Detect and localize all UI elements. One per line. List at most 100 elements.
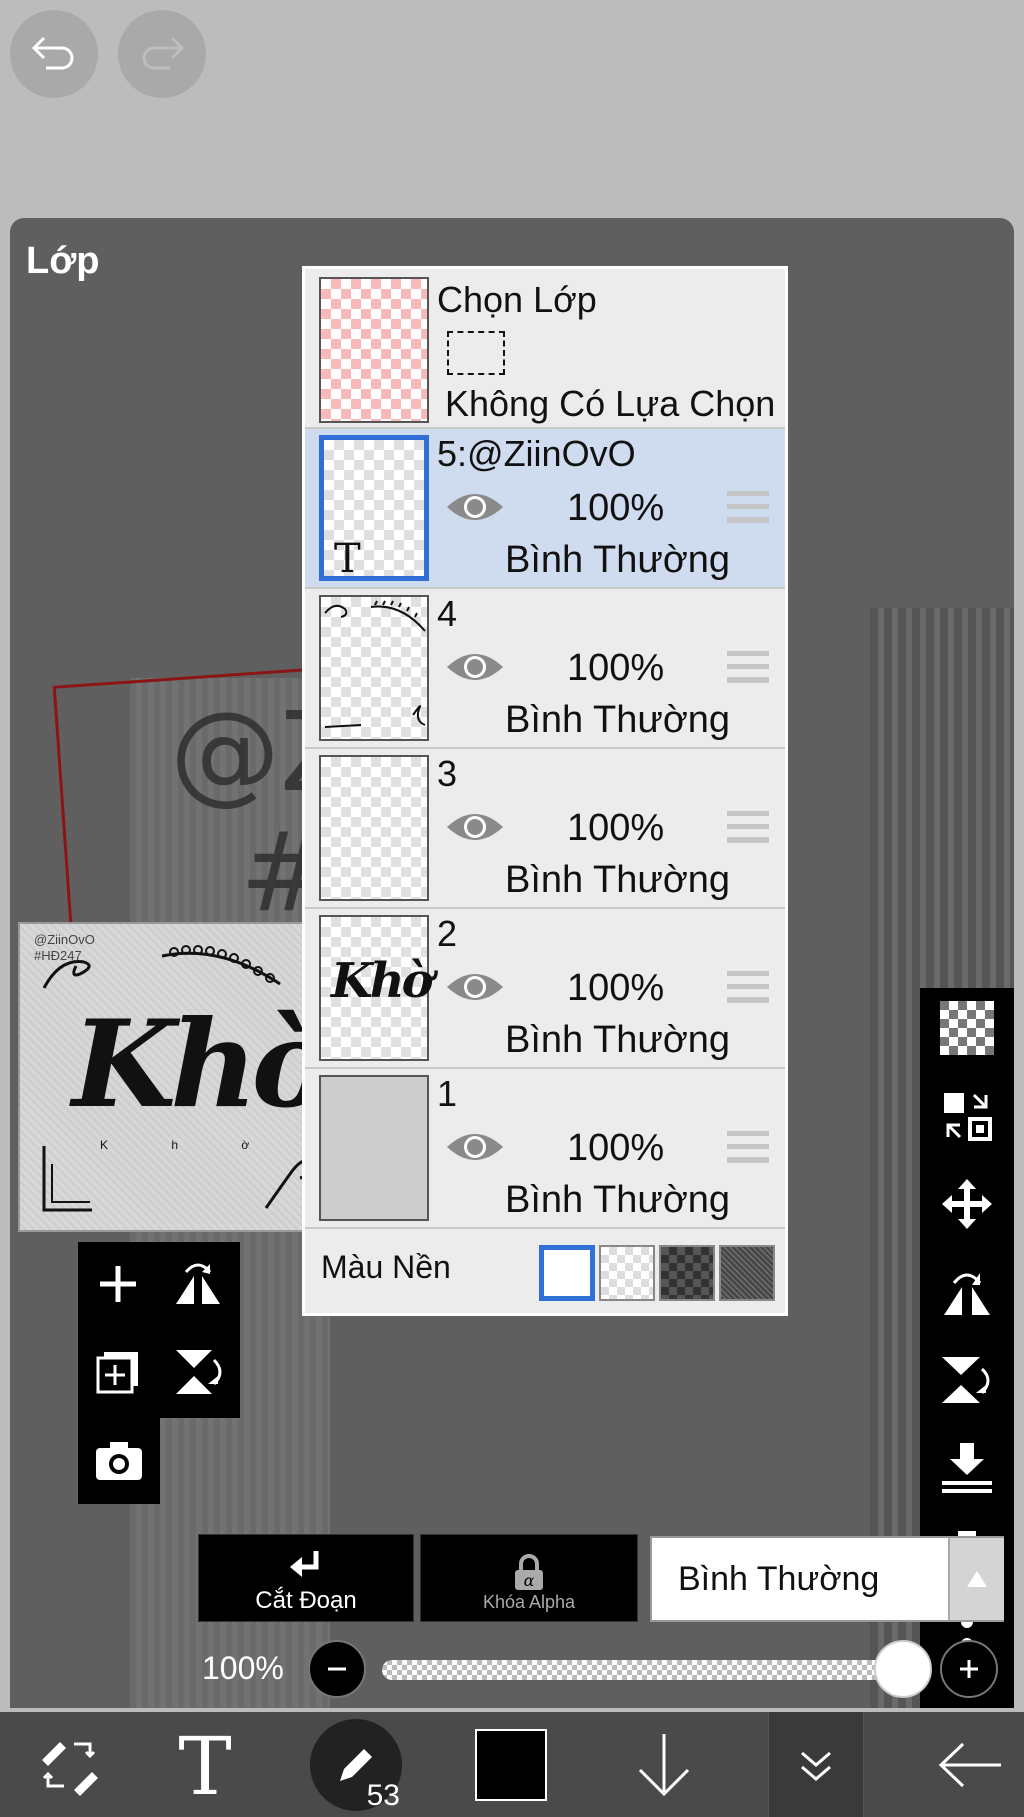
layer-opacity: 100% <box>567 967 665 1009</box>
double-chevron-down-icon <box>801 1751 831 1781</box>
brush-size-button[interactable]: 53 <box>310 1712 402 1817</box>
clipping-button[interactable]: Cắt Đoạn <box>198 1534 414 1622</box>
leaf-branch-decoration <box>161 945 281 986</box>
visibility-eye-icon[interactable] <box>445 1129 505 1165</box>
layer-name: 4 <box>437 593 458 634</box>
opacity-value: 100% <box>202 1650 284 1686</box>
bg-swatch-texture[interactable] <box>719 1245 775 1301</box>
visibility-eye-icon[interactable] <box>445 489 505 525</box>
canvas-preview[interactable]: @ZiinOvO #HĐ247 Khờ K h ờ <box>18 922 338 1232</box>
layer-name: 1 <box>437 1073 458 1114</box>
blend-mode-select[interactable]: Bình Thường <box>650 1536 1004 1622</box>
bg-swatch-white[interactable] <box>539 1245 595 1301</box>
layer-thumbnail: Khờ <box>319 915 434 1061</box>
selection-layer-title: Chọn Lớp <box>437 279 597 320</box>
opacity-slider-knob[interactable] <box>874 1640 932 1698</box>
add-copy-icon <box>96 1352 138 1394</box>
layer-row[interactable]: 3 100% Bình Thường <box>305 749 785 909</box>
opacity-increase-button[interactable] <box>940 1640 998 1698</box>
back-button[interactable] <box>920 1712 1020 1817</box>
layer-blend-mode: Bình Thường <box>505 859 731 901</box>
swap-icon <box>944 1093 992 1141</box>
arrow-down-icon <box>638 1733 690 1796</box>
layer-tools-left <box>78 1242 240 1418</box>
clipping-label: Cắt Đoạn <box>255 1587 357 1614</box>
move-icon <box>942 1179 992 1229</box>
transform-tool-button[interactable] <box>14 1712 124 1817</box>
color-picker-button[interactable] <box>472 1712 550 1817</box>
layer-row[interactable]: 1 100% Bình Thường <box>305 1069 785 1229</box>
import-photo-button[interactable] <box>89 1431 149 1491</box>
drag-handle-icon[interactable] <box>727 811 769 843</box>
flip-vertical-icon <box>176 1350 222 1394</box>
undo-button[interactable] <box>10 10 98 98</box>
redo-button[interactable] <box>118 10 206 98</box>
merge-down-button[interactable] <box>937 1438 997 1498</box>
merge-down-icon <box>942 1443 992 1493</box>
plus-icon <box>960 1660 978 1678</box>
plus-icon <box>100 1266 136 1302</box>
minus-icon <box>328 1667 346 1671</box>
layer-thumbnail <box>319 595 429 741</box>
flip-vertical-right-button[interactable] <box>937 1350 997 1410</box>
layer-blend-mode: Bình Thường <box>505 539 731 581</box>
drag-handle-icon[interactable] <box>727 971 769 1003</box>
brush-size-value: 53 <box>366 1778 400 1812</box>
bg-swatch-dark-checker[interactable] <box>659 1245 715 1301</box>
text-icon: T <box>178 1730 231 1800</box>
layer-blend-mode: Bình Thường <box>505 699 731 741</box>
layer-row[interactable]: 4 100% Bình Thường <box>305 589 785 749</box>
chevron-up-icon <box>967 1571 987 1587</box>
flip-horizontal-button[interactable] <box>168 1254 228 1314</box>
brush-eraser-swap-icon <box>42 1741 98 1796</box>
add-layer-button[interactable] <box>88 1254 148 1314</box>
selection-layer-row[interactable]: Chọn Lớp Không Có Lựa Chọn <box>305 269 785 429</box>
add-copy-layer-button[interactable] <box>88 1342 148 1402</box>
lettering-thumbnail: Khờ <box>331 953 434 1009</box>
visibility-eye-icon[interactable] <box>445 649 505 685</box>
lock-icon: α <box>515 1554 543 1590</box>
layer-name: 5:@ZiinOvO <box>437 433 636 474</box>
opacity-slider[interactable] <box>382 1660 922 1680</box>
flip-horizontal-right-button[interactable] <box>937 1262 997 1322</box>
bg-swatch-light-checker[interactable] <box>599 1245 655 1301</box>
arrow-left-icon <box>938 1742 1001 1787</box>
checker-icon <box>940 1001 994 1055</box>
layer-tools-left-bottom <box>78 1418 160 1504</box>
text-layer-marker: T <box>334 536 361 582</box>
layer-thumbnail <box>319 755 429 901</box>
swap-layer-button[interactable] <box>937 1086 997 1146</box>
flip-vertical-button[interactable] <box>168 1342 228 1402</box>
layer-list: Chọn Lớp Không Có Lựa Chọn T 5:@ZiinOvO … <box>302 266 788 1316</box>
collapse-panel-button[interactable] <box>768 1712 864 1817</box>
layer-row[interactable]: Khờ 2 100% Bình Thường <box>305 909 785 1069</box>
layer-thumbnail: T <box>319 435 429 582</box>
current-color-swatch <box>475 1728 547 1801</box>
panel-title: Lớp <box>26 240 100 282</box>
layer-name: 3 <box>437 753 458 794</box>
alpha-lock-button[interactable]: α Khóa Alpha <box>420 1534 638 1622</box>
blend-mode-dropdown-button[interactable] <box>948 1538 1004 1620</box>
layer-opacity: 100% <box>567 807 665 849</box>
corner-decoration <box>42 1146 92 1212</box>
drag-handle-icon[interactable] <box>727 1131 769 1163</box>
text-tool-button[interactable]: T <box>150 1712 260 1817</box>
visibility-eye-icon[interactable] <box>445 809 505 845</box>
layer-opacity: 100% <box>567 1127 665 1169</box>
move-button[interactable] <box>937 1174 997 1234</box>
background-color-row: Màu Nền <box>305 1231 785 1313</box>
svg-text:T: T <box>178 1730 231 1800</box>
selection-status: Không Có Lựa Chọn <box>445 383 776 424</box>
selection-layer-thumbnail <box>319 277 429 423</box>
visibility-eye-icon[interactable] <box>445 969 505 1005</box>
bottom-toolbar: T 53 <box>0 1712 1024 1817</box>
transparency-button[interactable] <box>937 998 997 1058</box>
drag-handle-icon[interactable] <box>727 651 769 683</box>
layer-down-button[interactable] <box>624 1712 704 1817</box>
flip-horizontal-icon <box>176 1263 220 1304</box>
opacity-decrease-button[interactable] <box>308 1640 366 1698</box>
preview-sub-lettering: K h ờ <box>100 1138 280 1152</box>
layer-row[interactable]: T 5:@ZiinOvO 100% Bình Thường <box>305 429 785 589</box>
layer-opacity: 100% <box>567 647 665 689</box>
drag-handle-icon[interactable] <box>727 491 769 523</box>
